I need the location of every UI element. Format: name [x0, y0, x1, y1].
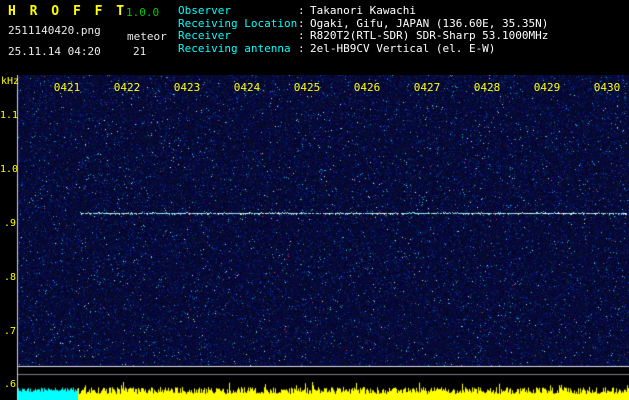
info-value: 2el-HB9CV Vertical (el. E-W): [310, 43, 495, 56]
time-axis-label: 0422: [113, 82, 141, 93]
header: H R O F F T 1.0.0 2511140420.png meteor …: [0, 0, 629, 75]
time-axis-label: 0425: [293, 82, 321, 93]
freq-axis-unit: kHz: [1, 76, 21, 87]
observation-datetime: 25.11.14 04:20: [8, 45, 101, 58]
info-row-antenna: Receiving antenna:2el-HB9CV Vertical (el…: [178, 43, 628, 56]
time-axis-label: 0424: [233, 82, 261, 93]
time-axis-label: 0426: [353, 82, 381, 93]
colon: :: [298, 30, 310, 43]
freq-axis-label: .7: [0, 326, 16, 337]
info-value: Takanori Kawachi: [310, 5, 416, 18]
info-label: Receiving antenna: [178, 43, 298, 56]
freq-axis-label: .9: [0, 218, 16, 229]
app-title: H R O F F T: [8, 4, 127, 19]
hrofft-window: H R O F F T 1.0.0 2511140420.png meteor …: [0, 0, 629, 400]
info-label: Observer: [178, 5, 298, 18]
freq-axis-label: .6: [0, 379, 16, 390]
time-axis-label: 0423: [173, 82, 201, 93]
info-row-observer: Observer: Takanori Kawachi: [178, 5, 628, 18]
info-row-receiver: Receiver: R820T2(RTL-SDR) SDR-Sharp 53.10…: [178, 30, 628, 43]
time-axis-label: 0427: [413, 82, 441, 93]
echo-count: 21: [133, 45, 146, 58]
info-label: Receiver: [178, 30, 298, 43]
spectrogram-canvas: [0, 75, 629, 400]
freq-axis-label: 1.1: [0, 110, 16, 121]
output-filename: 2511140420.png: [8, 24, 101, 37]
mode-label: meteor: [127, 30, 167, 43]
station-info: Observer: Takanori Kawachi Receiving Loca…: [178, 5, 628, 55]
time-axis-label: 0428: [473, 82, 501, 93]
colon: :: [298, 43, 310, 56]
info-value: R820T2(RTL-SDR) SDR-Sharp 53.1000MHz: [310, 30, 548, 43]
freq-axis-label: .8: [0, 272, 16, 283]
time-axis-label: 0421: [53, 82, 81, 93]
colon: :: [298, 5, 310, 18]
app-version: 1.0.0: [126, 6, 159, 19]
freq-axis-label: 1.0: [0, 164, 16, 175]
time-axis-label: 0429: [533, 82, 561, 93]
time-axis-label: 0430: [593, 82, 621, 93]
